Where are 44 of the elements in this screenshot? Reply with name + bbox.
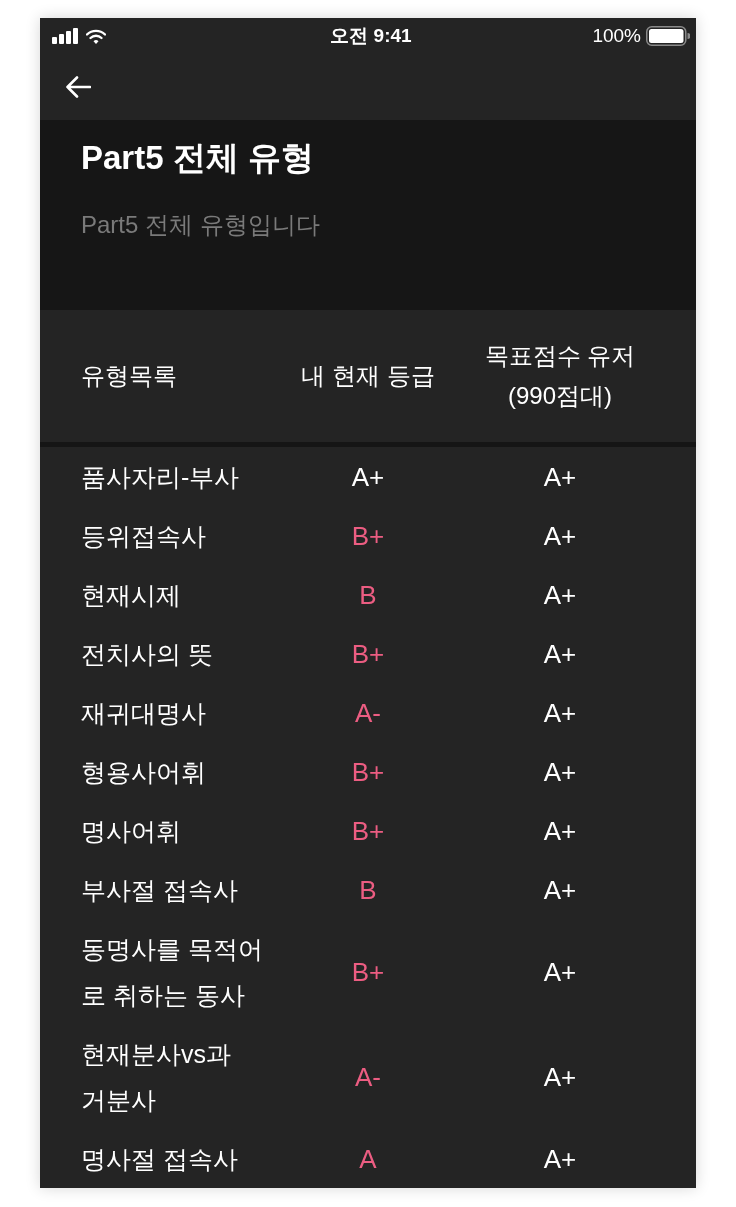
current-grade: B bbox=[359, 578, 377, 612]
type-name: 형용사어휘 bbox=[81, 756, 206, 788]
signal-icon bbox=[52, 28, 78, 44]
type-name: 전치사의 뜻 bbox=[81, 638, 213, 670]
target-grade: A+ bbox=[543, 460, 577, 494]
page-title: Part5 전체 유형 bbox=[81, 138, 314, 178]
type-name: 등위접속사 bbox=[81, 520, 206, 552]
wifi-icon bbox=[86, 28, 106, 44]
target-grade: A+ bbox=[543, 1142, 577, 1176]
target-grade: A+ bbox=[543, 1060, 577, 1094]
type-name: 재귀대명사 bbox=[81, 697, 206, 729]
battery-icon bbox=[646, 26, 690, 46]
target-grade: A+ bbox=[543, 519, 577, 553]
column-header: 유형목록 bbox=[81, 361, 177, 391]
target-grade: A+ bbox=[543, 696, 577, 730]
target-grade: A+ bbox=[543, 637, 577, 671]
page-subtitle: Part5 전체 유형입니다 bbox=[81, 210, 320, 240]
back-arrow-icon bbox=[65, 76, 91, 98]
current-grade: B+ bbox=[351, 755, 385, 789]
current-grade: A- bbox=[355, 1060, 381, 1094]
type-name: 현재분사vs과 거분사 bbox=[81, 1038, 231, 1116]
battery-percent: 100% bbox=[592, 25, 641, 47]
target-grade: A+ bbox=[543, 814, 577, 848]
target-grade: A+ bbox=[543, 578, 577, 612]
current-grade: A bbox=[359, 1142, 377, 1176]
type-name: 품사자리-부사 bbox=[81, 461, 240, 493]
target-grade: A+ bbox=[543, 755, 577, 789]
current-grade: B+ bbox=[351, 955, 385, 989]
column-header: 목표점수 유저 (990점대) bbox=[484, 341, 636, 411]
current-grade: A+ bbox=[351, 460, 385, 494]
type-name: 명사어휘 bbox=[81, 815, 181, 847]
current-grade: B bbox=[359, 873, 377, 907]
status-time: 오전 9:41 bbox=[330, 24, 412, 48]
current-grade: B+ bbox=[351, 637, 385, 671]
current-grade: B+ bbox=[351, 814, 385, 848]
target-grade: A+ bbox=[543, 873, 577, 907]
current-grade: B+ bbox=[351, 519, 385, 553]
type-name: 부사절 접속사 bbox=[81, 874, 238, 906]
type-name: 현재시제 bbox=[81, 579, 181, 611]
column-header: 내 현재 등급 bbox=[301, 361, 435, 391]
current-grade: A- bbox=[355, 696, 381, 730]
target-grade: A+ bbox=[543, 955, 577, 989]
type-name: 동명사를 목적어 로 취하는 동사 bbox=[81, 933, 263, 1011]
type-name: 명사절 접속사 bbox=[81, 1143, 238, 1175]
